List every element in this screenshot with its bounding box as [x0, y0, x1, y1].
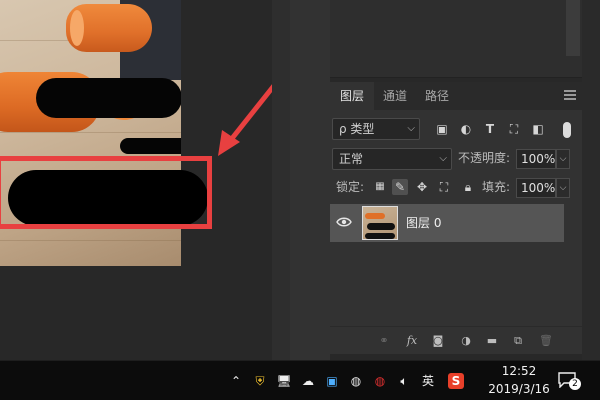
scrollbar[interactable]: [566, 0, 580, 56]
speaker-icon[interactable]: 🔈︎: [396, 373, 412, 389]
folder-icon[interactable]: ▬: [484, 333, 500, 349]
layer-thumbnail[interactable]: [362, 206, 398, 240]
clock-date[interactable]: 2019/3/16: [478, 382, 560, 396]
filter-row: ρ 类型 ⌵ ▣ ◐ T ⛶ ◧: [330, 116, 582, 142]
upper-panel: [330, 0, 582, 78]
layer-filter-dropdown[interactable]: ρ 类型 ⌵: [332, 118, 420, 140]
opacity-label: 不透明度:: [458, 151, 511, 165]
carrot-piece: [66, 4, 152, 52]
blend-row: 正常 ⌵ 不透明度: 100% ⌵: [330, 148, 582, 172]
lock-paint-icon[interactable]: ✎: [392, 179, 408, 195]
chevron-down-icon: ⌵: [439, 153, 447, 164]
document-canvas[interactable]: [0, 0, 291, 360]
lock-move-icon[interactable]: ✥: [414, 179, 430, 195]
black-brush-stroke: [36, 78, 181, 118]
panel-menu-icon[interactable]: [564, 90, 576, 100]
new-layer-icon[interactable]: ⧉: [510, 333, 526, 349]
blend-mode-dropdown[interactable]: 正常 ⌵: [332, 148, 452, 170]
trash-icon[interactable]: 🗑︎: [538, 333, 554, 349]
lock-transparent-icon[interactable]: ▦: [372, 179, 388, 195]
eye-icon[interactable]: [336, 216, 352, 228]
chevron-up-icon[interactable]: ⌃: [228, 373, 244, 389]
fill-dropdown-button[interactable]: ⌵: [556, 178, 570, 198]
lock-all-icon[interactable]: 🔒︎: [460, 179, 476, 195]
window-edge: [582, 0, 600, 360]
notification-button[interactable]: 2: [558, 372, 581, 390]
mask-icon[interactable]: ◙: [430, 333, 446, 349]
filter-type-icon[interactable]: T: [482, 121, 498, 137]
adjustment-icon[interactable]: ◑: [458, 333, 474, 349]
penguin-icon[interactable]: ◍: [348, 373, 364, 389]
fill-input[interactable]: 100%: [516, 178, 556, 198]
filter-toggle[interactable]: [563, 122, 571, 138]
fx-icon[interactable]: fx: [404, 333, 420, 349]
cloud-icon[interactable]: ☁: [300, 373, 316, 389]
collapsed-panel-dock: [290, 0, 330, 360]
notification-count: 2: [569, 378, 581, 390]
tab-channels[interactable]: 通道: [374, 82, 416, 110]
highlight-box: [0, 156, 212, 229]
fill-label: 填充:: [482, 180, 511, 194]
opacity-dropdown-button[interactable]: ⌵: [556, 149, 570, 169]
penguin-icon-2[interactable]: ◍: [372, 373, 388, 389]
chevron-down-icon: ⌵: [407, 123, 415, 134]
tab-paths[interactable]: 路径: [416, 82, 458, 110]
layer-name[interactable]: 图层 0: [406, 204, 441, 242]
shield-icon[interactable]: ⛨: [252, 373, 268, 389]
sogou-icon[interactable]: S: [448, 373, 464, 389]
layer-row[interactable]: 图层 0: [330, 204, 564, 242]
opacity-input[interactable]: 100%: [516, 149, 556, 169]
ime-language-button[interactable]: 英: [420, 373, 436, 389]
taskbar: ⌃ ⛨ 🖥︎ ☁ ▣ ◍ ◍ 🔈︎ 英 S 12:52 2019/3/16 2: [0, 360, 600, 400]
filter-pixel-icon[interactable]: ▣: [434, 121, 450, 137]
lock-artboard-icon[interactable]: ⛶: [436, 179, 452, 195]
panel-tabs: 图层 通道 路径: [330, 82, 582, 110]
black-brush-stroke: [120, 138, 181, 154]
filter-smart-object-icon[interactable]: ◧: [530, 121, 546, 137]
clock-time[interactable]: 12:52: [494, 364, 544, 378]
filter-adjustment-icon[interactable]: ◐: [458, 121, 474, 137]
lock-label: 锁定:: [336, 180, 365, 194]
tab-layers[interactable]: 图层: [330, 82, 374, 110]
monitor-icon[interactable]: 🖥︎: [276, 373, 292, 389]
layers-panel-footer: ⚭ fx ◙ ◑ ▬ ⧉ 🗑︎: [330, 326, 582, 354]
lock-row: 锁定: ▦ ✎ ✥ ⛶ 🔒︎ 填充: 100% ⌵: [330, 176, 582, 200]
filter-shape-icon[interactable]: ⛶: [506, 121, 522, 137]
panel-divider: [272, 0, 290, 360]
app-tray-icon[interactable]: ▣: [324, 373, 340, 389]
link-icon[interactable]: ⚭: [376, 333, 392, 349]
layers-panel: 图层 通道 路径 ρ 类型 ⌵ ▣ ◐ T ⛶ ◧ 正常 ⌵ 不透明度: 100…: [330, 82, 582, 354]
